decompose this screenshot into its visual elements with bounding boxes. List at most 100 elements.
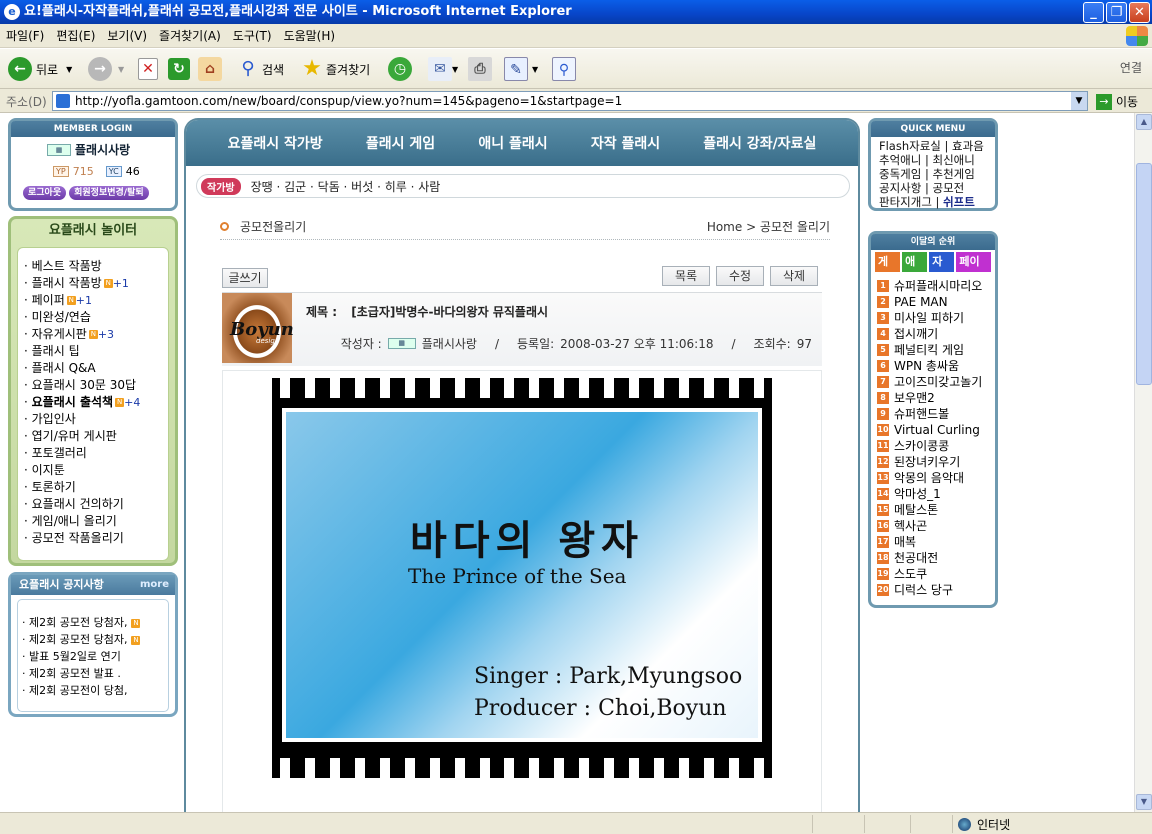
edit-button[interactable]: 수정 bbox=[716, 266, 764, 286]
rank-item[interactable]: 19 스도쿠 bbox=[877, 566, 995, 582]
playground-item[interactable]: · 토론하기 bbox=[24, 479, 168, 496]
menu-file[interactable]: 파일(F) bbox=[0, 24, 50, 48]
rank-item[interactable]: 13 악몽의 음악대 bbox=[877, 470, 995, 486]
quick-line[interactable]: Flash자료실 | 효과음 bbox=[879, 139, 995, 153]
rank-item[interactable]: 17 매복 bbox=[877, 534, 995, 550]
notice-item[interactable]: · 제2회 공모전 당첨자, N bbox=[22, 614, 168, 631]
more-link[interactable]: more bbox=[140, 575, 169, 595]
rank-item[interactable]: 3 미사일 피하기 bbox=[877, 310, 995, 326]
go-button[interactable]: → 이동 bbox=[1096, 93, 1138, 110]
edit-page-button[interactable]: ✎ ▼ bbox=[504, 55, 538, 83]
home-button[interactable]: ⌂ bbox=[198, 55, 222, 83]
address-input[interactable]: http://yofla.gamtoon.com/new/board/consp… bbox=[52, 91, 1088, 111]
rank-item[interactable]: 8 보우맨2 bbox=[877, 390, 995, 406]
notice-item[interactable]: · 발표 5월2일로 연기 bbox=[22, 648, 168, 665]
nav-artist-room[interactable]: 요플래시 작가방 bbox=[228, 133, 323, 153]
history-button[interactable]: ◷ bbox=[388, 55, 412, 83]
film-hole bbox=[728, 758, 739, 778]
playground-item[interactable]: · 요플래시 건의하기 bbox=[24, 496, 168, 513]
playground-item[interactable]: · 가입인사 bbox=[24, 411, 168, 428]
mail-button[interactable]: ✉ ▼ bbox=[428, 55, 458, 83]
playground-item[interactable]: · 엽기/유머 게시판 bbox=[24, 428, 168, 445]
rank-item[interactable]: 16 헥사곤 bbox=[877, 518, 995, 534]
playground-item[interactable]: · 요플래시 30문 30답 bbox=[24, 377, 168, 394]
rank-item[interactable]: 1 슈퍼플래시마리오 bbox=[877, 278, 995, 294]
notice-item[interactable]: · 제2회 공모전 당첨자, N bbox=[22, 631, 168, 648]
playground-item[interactable]: · 미완성/연습 bbox=[24, 309, 168, 326]
playground-item[interactable]: · 이지툰 bbox=[24, 462, 168, 479]
quick-fantasy-link[interactable]: 판타지개그 | bbox=[879, 195, 943, 209]
scroll-thumb[interactable] bbox=[1136, 163, 1152, 385]
playground-item[interactable]: · 베스트 작품방 bbox=[24, 258, 168, 275]
quick-line[interactable]: 중독게임 | 추천게임 bbox=[879, 167, 995, 181]
menu-help[interactable]: 도움말(H) bbox=[278, 24, 342, 48]
rank-tab[interactable]: 애니 bbox=[902, 252, 928, 288]
scroll-down-icon[interactable]: ▼ bbox=[1136, 794, 1152, 810]
menu-tools[interactable]: 도구(T) bbox=[227, 24, 278, 48]
rank-tab[interactable]: 게임 bbox=[875, 252, 901, 288]
refresh-button[interactable]: ↻ bbox=[168, 55, 190, 83]
rank-item[interactable]: 11 스카이콩콩 bbox=[877, 438, 995, 454]
nav-tutorials[interactable]: 플래시 강좌/자료실 bbox=[703, 133, 816, 153]
rank-item[interactable]: 6 WPN 총싸움 bbox=[877, 358, 995, 374]
rank-item[interactable]: 10 Virtual Curling bbox=[877, 422, 995, 438]
playground-item[interactable]: · 요플래시 출석책 N +4 bbox=[24, 394, 168, 411]
quick-shift-link[interactable]: 쉬프트 bbox=[943, 195, 975, 209]
edit-profile-button[interactable]: 회원정보변경/탈퇴 bbox=[69, 186, 149, 200]
user-name[interactable]: 플래시사랑 bbox=[75, 141, 130, 158]
notice-item[interactable]: · 제2회 공모전 발표 . bbox=[22, 665, 168, 682]
rank-item[interactable]: 5 페널티킥 게임 bbox=[877, 342, 995, 358]
delete-button[interactable]: 삭제 bbox=[770, 266, 818, 286]
nav-flash-game[interactable]: 플래시 게임 bbox=[366, 133, 435, 153]
scroll-up-icon[interactable]: ▲ bbox=[1136, 114, 1152, 130]
forward-button[interactable]: → ▼ bbox=[88, 55, 124, 83]
minimize-button[interactable]: _ bbox=[1083, 2, 1104, 23]
playground-item[interactable]: · 자유게시판 N +3 bbox=[24, 326, 168, 343]
favorites-button[interactable]: ★ 즐겨찾기 bbox=[300, 55, 370, 83]
rank-item[interactable]: 12 된장녀키우기 bbox=[877, 454, 995, 470]
close-button[interactable]: ✕ bbox=[1129, 2, 1150, 23]
author-name[interactable]: 플래시사랑 bbox=[422, 335, 477, 352]
rank-item[interactable]: 15 메탈스톤 bbox=[877, 502, 995, 518]
breadcrumb-path[interactable]: Home > 공모전 올리기 bbox=[707, 218, 830, 235]
playground-item[interactable]: · 플래시 Q&A bbox=[24, 360, 168, 377]
list-button[interactable]: 목록 bbox=[662, 266, 710, 286]
artist-names[interactable]: 장땡 · 김군 · 닥돔 · 버섯 · 히루 · 사람 bbox=[251, 178, 441, 195]
menu-favorites[interactable]: 즐겨찾기(A) bbox=[153, 24, 227, 48]
quick-line[interactable]: 추억애니 | 최신애니 bbox=[879, 153, 995, 167]
rank-item[interactable]: 4 접시깨기 bbox=[877, 326, 995, 342]
playground-item[interactable]: · 플래시 팁 bbox=[24, 343, 168, 360]
nav-anime-flash[interactable]: 애니 플래시 bbox=[478, 133, 547, 153]
rank-item[interactable]: 20 디럭스 당구 bbox=[877, 582, 995, 598]
write-button[interactable]: 글쓰기 bbox=[222, 268, 268, 288]
nav-own-flash[interactable]: 자작 플래시 bbox=[591, 133, 660, 153]
rank-item[interactable]: 18 천공대전 bbox=[877, 550, 995, 566]
rank-tab[interactable]: 자작 bbox=[929, 252, 955, 288]
logout-button[interactable]: 로그아웃 bbox=[23, 186, 67, 200]
playground-item[interactable]: · 포토갤러리 bbox=[24, 445, 168, 462]
notice-item[interactable]: · 제2회 공모전이 당첨, bbox=[22, 682, 168, 699]
chevron-down-icon[interactable]: ▼ bbox=[1071, 92, 1087, 110]
rank-item[interactable]: 2 PAE MAN bbox=[877, 294, 995, 310]
vertical-scrollbar[interactable]: ▲ ▼ bbox=[1134, 113, 1152, 812]
links-label[interactable]: 연결 bbox=[1120, 59, 1142, 76]
back-button[interactable]: ← 뒤로 ▼ bbox=[8, 55, 72, 83]
playground-item[interactable]: · 게임/애니 올리기 bbox=[24, 513, 168, 530]
flash-player[interactable]: 바다의 왕자 The Prince of the Sea Singer : Pa… bbox=[272, 378, 772, 778]
print-button[interactable]: ⎙ bbox=[468, 55, 492, 83]
stop-button[interactable]: ✕ bbox=[138, 55, 158, 83]
search-button[interactable]: ⚲ 검색 bbox=[236, 55, 284, 83]
menu-edit[interactable]: 편집(E) bbox=[50, 24, 101, 48]
playground-item[interactable]: · 공모전 작품올리기 bbox=[24, 530, 168, 547]
playground-item[interactable]: · 페이퍼 N +1 bbox=[24, 292, 168, 309]
quick-line[interactable]: 공지사항 | 공모전 bbox=[879, 181, 995, 195]
rank-item[interactable]: 14 악마성_1 bbox=[877, 486, 995, 502]
chevron-down-icon: ▼ bbox=[532, 64, 539, 74]
maximize-button[interactable]: ❐ bbox=[1106, 2, 1127, 23]
menu-view[interactable]: 보기(V) bbox=[101, 24, 153, 48]
rank-item[interactable]: 9 슈퍼핸드볼 bbox=[877, 406, 995, 422]
rank-item[interactable]: 7 고이즈미갖고놀기 bbox=[877, 374, 995, 390]
playground-item[interactable]: · 플래시 작품방 N +1 bbox=[24, 275, 168, 292]
research-button[interactable]: ⚲ bbox=[552, 55, 576, 83]
rank-tab[interactable]: 페이퍼 bbox=[956, 252, 991, 288]
